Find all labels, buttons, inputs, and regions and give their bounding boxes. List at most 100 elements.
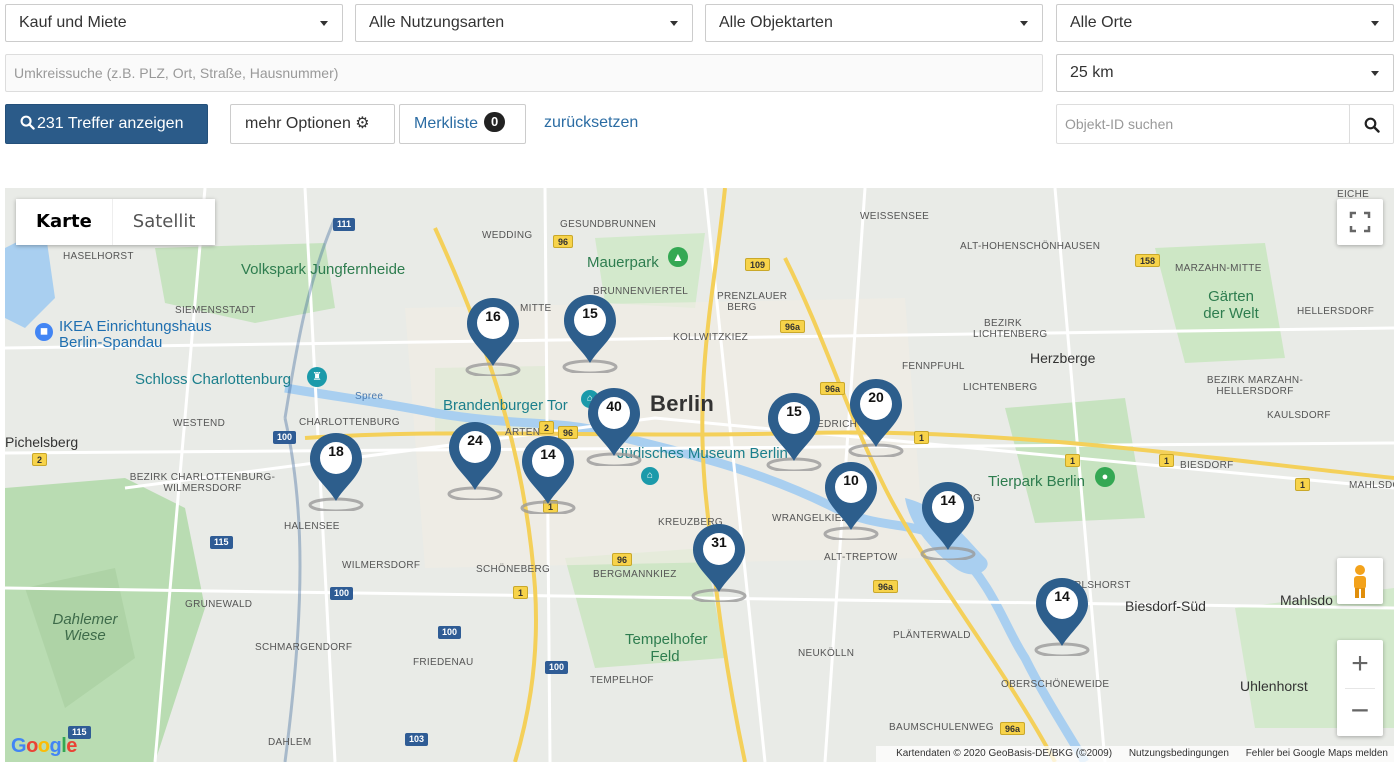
show-results-button[interactable]: 231 Treffer anzeigen [5,104,208,144]
cluster-count: 18 [328,443,344,459]
cluster-count: 20 [868,389,884,405]
road-shield: 96a [820,382,846,395]
map-label-uhlenhorst: Uhlenhorst [1240,678,1308,694]
caret-down-icon [1020,21,1028,26]
cluster-count: 15 [786,403,802,419]
filter-object-type-value: Alle Objektarten [719,14,833,31]
shopping-bag-icon: ◼ [35,323,53,341]
map-label-grunewald: GRUNEWALD [185,599,253,610]
fullscreen-icon [1349,211,1371,233]
map-label-mahlsdo: Mahlsdo [1280,592,1333,608]
map-label-charlottenburg: CHARLOTTENBURG [299,417,400,428]
fullscreen-button[interactable] [1337,199,1383,245]
filter-transaction-value: Kauf und Miete [19,14,127,31]
search-icon [20,115,35,130]
filter-object-type-select[interactable]: Alle Objektarten [705,4,1043,42]
google-logo: Google [11,735,77,757]
radius-search-input[interactable]: Umkreissuche (z.B. PLZ, Ort, Straße, Hau… [5,54,1043,92]
cluster-marker[interactable]: 14 [920,480,976,560]
museum-icon: ⌂ [641,467,659,485]
map-label-schoeneberg: SCHÖNEBERG [476,564,551,575]
cluster-count: 16 [485,308,501,324]
map-label-schmargendorf: SCHMARGENDORF [255,642,353,653]
show-results-label: 231 Treffer anzeigen [37,115,184,132]
map-type-satellite-button[interactable]: Satellit [111,199,216,245]
map-terms-link[interactable]: Nutzungsbedingungen [1129,748,1229,759]
map-label-neukoelln: NEUKÖLLN [798,648,855,659]
map-type-control: Karte Satellit [16,199,216,245]
gear-icon: ⚙ [355,115,370,132]
road-shield: 2 [32,453,48,466]
road-shield: 1 [1159,454,1175,467]
cluster-marker[interactable]: 40 [586,386,642,466]
map-label-siemensstadt: SIEMENSSTADT [175,305,256,316]
map-label-hellersdorf: HELLERSDORF [1297,306,1375,317]
map-label-dahlem: DAHLEM [268,737,312,748]
road-shield: 109 [745,258,771,271]
object-id-placeholder: Objekt-ID suchen [1065,116,1174,132]
map-label-marzahn-hellersdorf: BEZIRK MARZAHN-HELLERSDORF [1206,375,1304,397]
zoom-in-button[interactable]: + [1337,640,1383,688]
radius-select[interactable]: 25 km [1056,54,1394,92]
zoom-out-button[interactable]: − [1337,688,1383,736]
road-shield: 100 [330,587,354,600]
object-id-search-button[interactable] [1349,104,1394,144]
road-shield: 96 [612,553,633,566]
cluster-marker[interactable]: 14 [520,434,576,514]
watchlist-button[interactable]: Merkliste 0 [399,104,526,144]
castle-icon: ♜ [307,367,327,387]
park-icon: ▲ [668,247,688,267]
cluster-marker[interactable]: 15 [766,391,822,471]
reset-link[interactable]: zurücksetzen [544,104,654,144]
road-shield: 1 [513,586,529,599]
map-label-prenzlauer: PRENZLAUER BERG [717,291,788,313]
map-label-gesundbrunnen: GESUNDBRUNNEN [560,219,657,230]
road-shield: 100 [273,431,297,444]
map-label-westend: WESTEND [173,418,226,429]
map-label-brandenburger: Brandenburger Tor [443,397,568,414]
road-shield: 1 [1065,454,1081,467]
map-label-biesdorf-sued: Biesdorf-Süd [1125,598,1206,614]
road-shield: 96 [553,235,574,248]
map-label-charl-wilm: BEZIRK CHARLOTTENBURG-WILMERSDORF [129,472,276,494]
plus-icon: + [1351,647,1369,680]
map-label-mauerpark: Mauerpark [587,254,659,271]
filter-usage-select[interactable]: Alle Nutzungsarten [355,4,693,42]
map-report-link[interactable]: Fehler bei Google Maps melden [1246,748,1388,759]
cluster-marker[interactable]: 10 [823,460,879,540]
map-canvas[interactable]: Karte Satellit Berlin Volkspark Jungfern… [5,188,1394,762]
map-label-schloss: Schloss Charlottenburg [135,371,291,388]
cluster-marker[interactable]: 14 [1034,576,1090,656]
map-label-tempelhof: Tempelhofer Feld [625,631,708,665]
zoom-control: + − [1337,640,1383,736]
cluster-count: 40 [606,398,622,414]
map-label-friedenau: FRIEDENAU [413,657,474,668]
object-id-input[interactable]: Objekt-ID suchen [1056,104,1350,144]
minus-icon: − [1350,692,1370,728]
map-type-map-button[interactable]: Karte [16,199,112,245]
map-label-hohenschoenhausen: ALT-HOHENSCHÖNHAUSEN [960,241,1101,252]
cluster-count: 15 [582,305,598,321]
caret-down-icon [1371,21,1379,26]
map-label-museum: Jüdisches Museum Berlin [617,445,788,462]
map-label-gaerten: Gärten der Welt [1203,288,1259,322]
cluster-marker[interactable]: 24 [447,420,503,500]
filter-location-select[interactable]: Alle Orte [1056,4,1394,42]
map-label-kollwitzkiez: KOLLWITZKIEZ [673,332,749,343]
street-view-pegman[interactable] [1337,558,1383,604]
road-shield: 103 [405,733,429,746]
cluster-marker[interactable]: 31 [691,522,747,602]
filter-transaction-select[interactable]: Kauf und Miete [5,4,343,42]
cluster-marker[interactable]: 20 [848,377,904,457]
map-label-volkspark: Volkspark Jungfernheide [241,261,406,278]
more-options-button[interactable]: mehr Optionen ⚙ [230,104,395,144]
cluster-marker[interactable]: 16 [465,296,521,376]
cluster-count: 14 [940,492,956,508]
map-label-mitte: MITTE [520,303,552,314]
cluster-marker[interactable]: 15 [562,293,618,373]
cluster-marker[interactable]: 18 [308,431,364,511]
map-label-fennpfuhl: FENNPFUHL [902,361,965,372]
search-icon [1364,117,1380,133]
road-shield: 96a [1000,722,1026,735]
map-label-dahlemer-wiese: Dahlemer Wiese [52,611,118,644]
